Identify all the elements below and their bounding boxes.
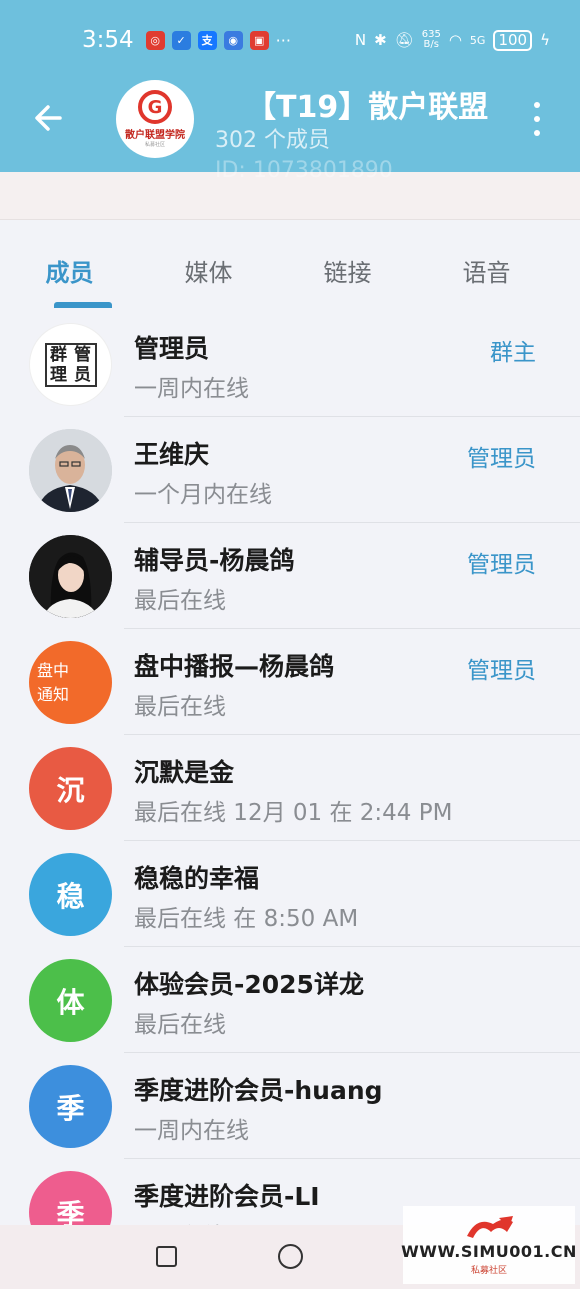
- member-row[interactable]: 沉 沉默是金 最后在线 12月 01 在 2:44 PM: [0, 735, 580, 841]
- member-avatar-photo: [29, 535, 112, 618]
- group-logo-sub: 私募社区: [144, 142, 165, 148]
- tab-bar: 成员 媒体 链接 语音: [0, 221, 580, 311]
- member-row[interactable]: 稳 稳稳的幸福 最后在线 在 8:50 AM: [0, 841, 580, 947]
- member-name: 季度进阶会员-huang: [134, 1076, 383, 1105]
- member-status: 一周内在线: [134, 376, 249, 402]
- alipay-icon: 支: [197, 30, 217, 50]
- app-header: 3:54 ◎ ✓ 支 ◉ ▣ ··· N ✱ 🔕︎ 635 B/s ◠ 5G 10…: [0, 0, 580, 172]
- member-row[interactable]: 盘中 通知 盘中播报—杨晨鸽 最后在线 管理员: [0, 629, 580, 735]
- wifi-icon: ◠: [448, 31, 462, 49]
- member-name: 季度进阶会员-LI: [134, 1182, 320, 1211]
- home-button[interactable]: [278, 1244, 303, 1269]
- member-name: 辅导员-杨晨鸽: [134, 546, 295, 575]
- member-name: 管理员: [134, 334, 210, 363]
- member-row[interactable]: 王维庆 一个月内在线 管理员: [0, 417, 580, 523]
- member-status: 最后在线: [134, 1217, 226, 1225]
- admin-logo: 群管 理员: [44, 342, 97, 387]
- member-row[interactable]: 群管 理员 管理员 一周内在线 群主: [0, 311, 580, 417]
- status-time: 3:54: [82, 27, 134, 53]
- nfc-icon: N: [354, 31, 367, 49]
- member-status: 最后在线 12月 01 在 2:44 PM: [134, 800, 453, 826]
- member-row[interactable]: 季 季度进阶会员-huang 一周内在线: [0, 1053, 580, 1159]
- group-avatar[interactable]: G 散户联盟学院 私募社区: [116, 80, 194, 158]
- watermark: WWW.SIMU001.CN 私募社区: [401, 1206, 577, 1284]
- member-row[interactable]: 辅导员-杨晨鸽 最后在线 管理员: [0, 523, 580, 629]
- tab-voice[interactable]: 语音: [417, 221, 556, 311]
- member-avatar-letter: 沉: [29, 747, 112, 830]
- member-avatar-broadcast: 盘中 通知: [29, 641, 112, 724]
- member-status: 最后在线: [134, 694, 226, 720]
- member-avatar: 群管 理员: [29, 323, 112, 406]
- member-avatar-letter: 体: [29, 959, 112, 1042]
- chat-title[interactable]: 【T19】散户联盟: [246, 82, 496, 126]
- member-avatar-letter: 季: [29, 1065, 112, 1148]
- more-notifications-icon: ···: [275, 30, 291, 50]
- tab-links[interactable]: 链接: [278, 221, 417, 311]
- net-speed: 635 B/s: [421, 29, 441, 50]
- more-options-icon[interactable]: [530, 102, 544, 136]
- app-notification-icon: ✓: [171, 30, 191, 50]
- member-role-badge: 管理员: [467, 552, 536, 578]
- recent-apps-button[interactable]: [156, 1246, 177, 1267]
- member-status: 一周内在线: [134, 1118, 249, 1144]
- group-logo-icon: G: [138, 90, 172, 124]
- app-notification-icon: ▣: [249, 30, 269, 50]
- watermark-logo: [467, 1216, 513, 1238]
- member-status: 最后在线: [134, 1012, 226, 1038]
- group-logo-text: 散户联盟学院: [125, 130, 185, 141]
- member-name: 体验会员-2025详龙: [134, 970, 364, 999]
- member-role-badge: 管理员: [467, 658, 536, 684]
- member-avatar-letter: 季: [29, 1171, 112, 1225]
- member-avatar-photo: [29, 429, 112, 512]
- member-list[interactable]: 群管 理员 管理员 一周内在线 群主 王维庆 一个月内在线 管理员 辅导员-杨晨…: [0, 311, 580, 1225]
- member-status: 最后在线 在 8:50 AM: [134, 906, 359, 932]
- member-name: 王维庆: [134, 440, 210, 469]
- bluetooth-icon: ✱: [374, 31, 387, 49]
- member-name: 盘中播报—杨晨鸽: [134, 652, 335, 681]
- watermark-sub: 私募社区: [470, 1266, 507, 1276]
- charging-icon: ϟ: [540, 31, 550, 49]
- member-role-badge: 管理员: [467, 446, 536, 472]
- tab-members[interactable]: 成员: [0, 221, 139, 311]
- tab-media[interactable]: 媒体: [139, 221, 278, 311]
- member-name: 稳稳的幸福: [134, 864, 260, 893]
- member-role-badge: 群主: [490, 340, 536, 366]
- app-notification-icon: ◉: [223, 30, 243, 50]
- active-tab-indicator: [54, 302, 112, 308]
- signal-icon: 5G: [469, 33, 486, 47]
- mute-icon: 🔕︎: [394, 31, 414, 49]
- member-avatar-letter: 稳: [29, 853, 112, 936]
- member-name: 沉默是金: [134, 758, 235, 787]
- watermark-url: WWW.SIMU001.CN: [401, 1242, 577, 1261]
- member-row[interactable]: 体 体验会员-2025详龙 最后在线: [0, 947, 580, 1053]
- member-count: 302 个成员: [215, 128, 330, 153]
- member-status: 一个月内在线: [134, 482, 272, 508]
- member-status: 最后在线: [134, 588, 226, 614]
- app-notification-icon: ◎: [145, 30, 165, 50]
- back-arrow-icon[interactable]: [30, 98, 70, 138]
- chat-id: ID: 1073801890: [215, 158, 393, 183]
- status-bar: 3:54 ◎ ✓ 支 ◉ ▣ ··· N ✱ 🔕︎ 635 B/s ◠ 5G 10…: [82, 27, 550, 53]
- battery-icon: 100: [493, 29, 533, 51]
